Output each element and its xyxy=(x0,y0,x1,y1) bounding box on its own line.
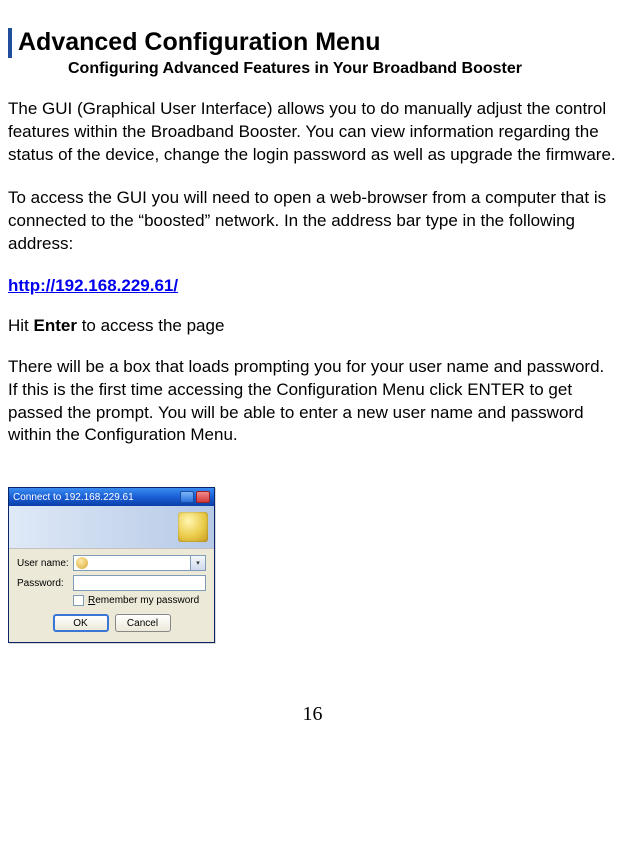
config-url-link[interactable]: http://192.168.229.61/ xyxy=(8,276,178,296)
help-icon[interactable] xyxy=(180,491,194,503)
remember-checkbox[interactable] xyxy=(73,595,84,606)
paragraph-prompt: There will be a box that loads prompting… xyxy=(8,356,617,448)
dialog-title: Connect to 192.168.229.61 xyxy=(13,492,134,503)
hit-suffix: to access the page xyxy=(77,316,224,335)
login-dialog: Connect to 192.168.229.61 User name: ▾ P… xyxy=(8,487,215,643)
password-label: Password: xyxy=(17,578,73,589)
keys-icon xyxy=(178,512,208,542)
dialog-titlebar[interactable]: Connect to 192.168.229.61 xyxy=(9,488,214,506)
heading-accent-bar xyxy=(8,28,12,58)
cancel-button[interactable]: Cancel xyxy=(115,614,171,632)
username-label: User name: xyxy=(17,558,73,569)
ok-button[interactable]: OK xyxy=(53,614,109,632)
remember-label[interactable]: Remember my password xyxy=(88,595,199,606)
page-subheading: Configuring Advanced Features in Your Br… xyxy=(68,60,617,78)
username-input[interactable]: ▾ xyxy=(73,555,206,571)
paragraph-access: To access the GUI you will need to open … xyxy=(8,187,617,256)
dialog-banner xyxy=(9,506,214,549)
hit-prefix: Hit xyxy=(8,316,34,335)
chevron-down-icon[interactable]: ▾ xyxy=(190,556,205,570)
user-icon xyxy=(76,557,88,569)
page-number: 16 xyxy=(8,703,617,738)
hit-enter-word: Enter xyxy=(34,316,77,335)
hit-enter-line: Hit Enter to access the page xyxy=(8,316,617,336)
paragraph-intro: The GUI (Graphical User Interface) allow… xyxy=(8,98,617,167)
close-icon[interactable] xyxy=(196,491,210,503)
page-heading: Advanced Configuration Menu xyxy=(18,29,381,57)
password-input[interactable] xyxy=(73,575,206,591)
